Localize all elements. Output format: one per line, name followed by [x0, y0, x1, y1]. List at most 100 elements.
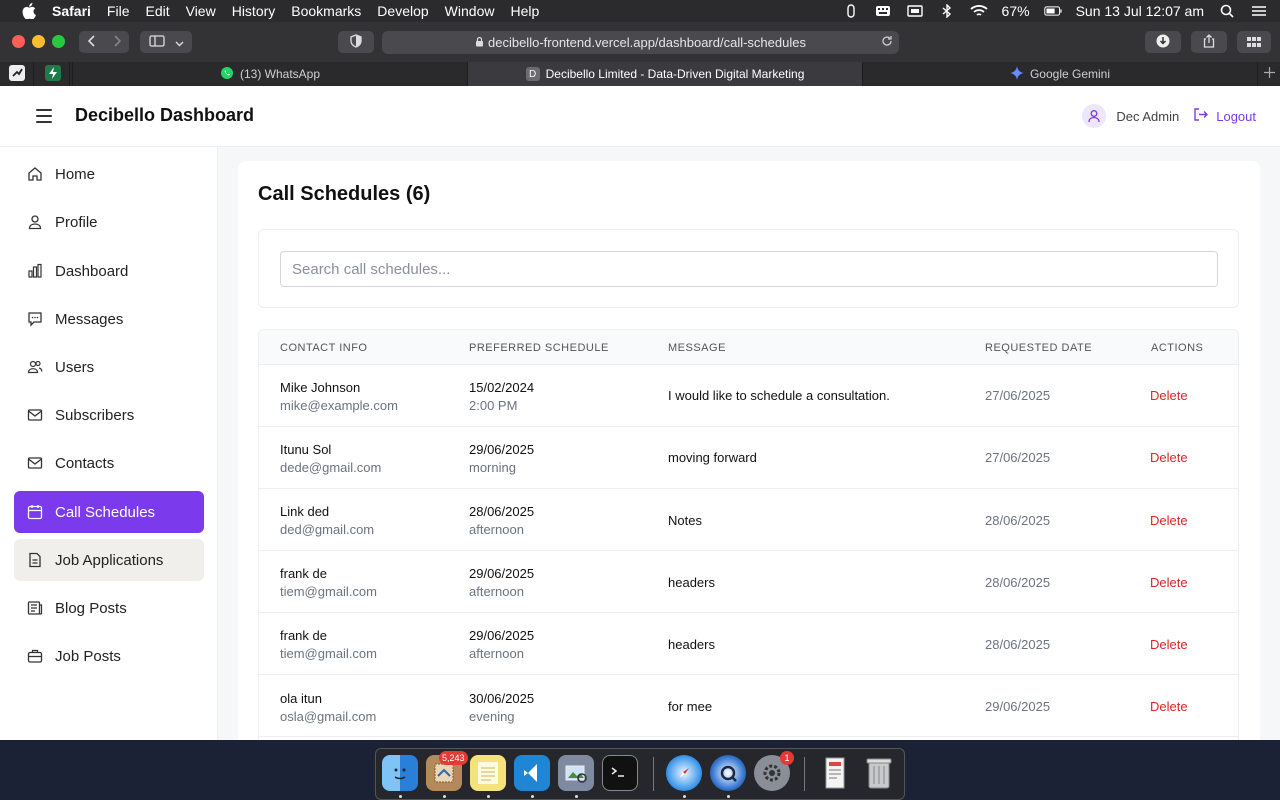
running-indicator [575, 795, 578, 798]
menu-file[interactable]: File [107, 3, 130, 19]
bluetooth-icon[interactable] [938, 4, 956, 18]
downloads-button[interactable] [1145, 31, 1181, 53]
menu-window[interactable]: Window [445, 3, 495, 19]
sidebar-item-users[interactable]: Users [14, 346, 204, 388]
logout-icon [1193, 107, 1209, 125]
sidebar-item-subscribers[interactable]: Subscribers [14, 394, 204, 436]
apple-icon[interactable] [20, 3, 38, 19]
menubar-clock[interactable]: Sun 13 Jul 12:07 am [1076, 3, 1204, 19]
close-window-button[interactable] [12, 35, 25, 48]
search-input[interactable] [280, 251, 1218, 287]
screen-icon[interactable] [906, 4, 924, 18]
tab-decibello[interactable]: D Decibello Limited - Data-Driven Digita… [467, 62, 862, 86]
safari-icon[interactable] [666, 755, 702, 791]
message-text: Notes [668, 513, 702, 528]
tab-whatsapp[interactable]: (13) WhatsApp [72, 62, 467, 86]
user-icon [27, 214, 43, 230]
plus-icon [1263, 67, 1275, 81]
minimize-window-button[interactable] [32, 35, 45, 48]
delete-button[interactable]: Delete [1150, 513, 1188, 528]
trash-icon[interactable] [861, 755, 897, 791]
logout-button[interactable]: Logout [1193, 107, 1256, 125]
table-header: CONTACT INFO PREFERRED SCHEDULE MESSAGE … [259, 330, 1238, 365]
share-button[interactable] [1191, 31, 1227, 53]
tab-overview-button[interactable] [1237, 31, 1271, 53]
requested-date: 28/06/2025 [985, 513, 1051, 528]
menu-help[interactable]: Help [510, 3, 539, 19]
battery-percent: 67% [1001, 3, 1030, 19]
control-center-icon[interactable] [1250, 4, 1268, 18]
delete-button[interactable]: Delete [1150, 388, 1188, 403]
running-indicator [683, 795, 686, 798]
paperclip-icon[interactable] [842, 4, 860, 18]
sidebar-item-job-posts[interactable]: Job Posts [14, 635, 204, 677]
delete-button[interactable]: Delete [1150, 699, 1188, 714]
contact-email: mike@example.com [280, 398, 398, 413]
pinned-tab-1[interactable] [0, 62, 34, 86]
menu-history[interactable]: History [232, 3, 276, 19]
user-area: Dec Admin Logout [1082, 104, 1256, 128]
forward-arrow-icon[interactable] [104, 34, 129, 50]
message-text: moving forward [668, 450, 757, 465]
running-indicator [531, 795, 534, 798]
gemini-icon [1009, 65, 1024, 83]
table-row: Itunu Sol dede@gmail.com 29/06/2025 mornin… [259, 427, 1238, 489]
tab-label: (13) WhatsApp [239, 67, 321, 81]
finder-icon[interactable] [382, 755, 418, 791]
sidebar-item-job-applications[interactable]: Job Applications [14, 539, 204, 581]
back-forward-buttons [79, 31, 129, 53]
new-tab-button[interactable] [1257, 62, 1280, 86]
tab-label: Decibello Limited - Data-Driven Digital … [545, 67, 805, 81]
battery-icon[interactable] [1043, 4, 1062, 18]
sidebar-item-messages[interactable]: Messages [14, 298, 204, 340]
delete-button[interactable]: Delete [1150, 575, 1188, 590]
privacy-shield-button[interactable] [338, 31, 374, 53]
sidebar-item-blog-posts[interactable]: Blog Posts [14, 587, 204, 629]
document-icon [27, 552, 43, 568]
terminal-icon[interactable] [602, 755, 638, 791]
sidebar-item-profile[interactable]: Profile [14, 201, 204, 243]
spotlight-search-icon[interactable] [1218, 4, 1236, 18]
sidebar-item-label: Call Schedules [55, 503, 156, 521]
menu-view[interactable]: View [186, 3, 216, 19]
sidebar-item-call-schedules[interactable]: Call Schedules [14, 491, 204, 533]
pinned-tab-2[interactable] [36, 62, 70, 86]
address-bar[interactable]: decibello-frontend.vercel.app/dashboard/… [382, 31, 899, 54]
delete-button[interactable]: Delete [1150, 450, 1188, 465]
preview-icon[interactable] [558, 755, 594, 791]
menu-app-name[interactable]: Safari [52, 3, 91, 19]
vscode-icon[interactable] [514, 755, 550, 791]
url-text: decibello-frontend.vercel.app/dashboard/… [488, 35, 806, 50]
sidebar-item-contacts[interactable]: Contacts [14, 442, 204, 484]
sidebar-item-label: Job Applications [55, 551, 164, 569]
quicktime-icon[interactable] [710, 755, 746, 791]
tab-gemini[interactable]: Google Gemini [862, 62, 1257, 86]
tab-bar: (13) WhatsApp D Decibello Limited - Data… [0, 62, 1280, 86]
menu-bookmarks[interactable]: Bookmarks [291, 3, 361, 19]
menu-edit[interactable]: Edit [145, 3, 169, 19]
wifi-icon[interactable] [969, 4, 988, 18]
dashboard-header: Decibello Dashboard Dec Admin Logout [0, 86, 1280, 147]
keyboard-icon[interactable] [874, 4, 892, 18]
menu-develop[interactable]: Develop [377, 3, 428, 19]
downloads-stack-icon[interactable] [817, 755, 853, 791]
schedule-date: 29/06/2025 [469, 442, 535, 457]
menu-toggle-icon[interactable] [36, 109, 52, 123]
sidebar-item-home[interactable]: Home [14, 153, 204, 195]
notes-icon[interactable] [470, 755, 506, 791]
sidebar-toggle-button[interactable] [140, 31, 192, 53]
sidebar-item-dashboard[interactable]: Dashboard [14, 250, 204, 292]
contact-email: tiem@gmail.com [280, 584, 377, 599]
column-header-actions: ACTIONS [1151, 342, 1204, 354]
back-arrow-icon[interactable] [79, 34, 104, 50]
shield-icon [350, 33, 362, 51]
requested-date: 27/06/2025 [985, 388, 1051, 403]
delete-button[interactable]: Delete [1150, 637, 1188, 652]
schedule-date: 29/06/2025 [469, 566, 535, 581]
zoom-window-button[interactable] [52, 35, 65, 48]
contact-email: ded@gmail.com [280, 522, 375, 537]
lock-icon [475, 35, 484, 50]
message-icon [27, 311, 43, 327]
reload-icon[interactable] [881, 35, 893, 50]
user-name: Dec Admin [1116, 108, 1180, 124]
